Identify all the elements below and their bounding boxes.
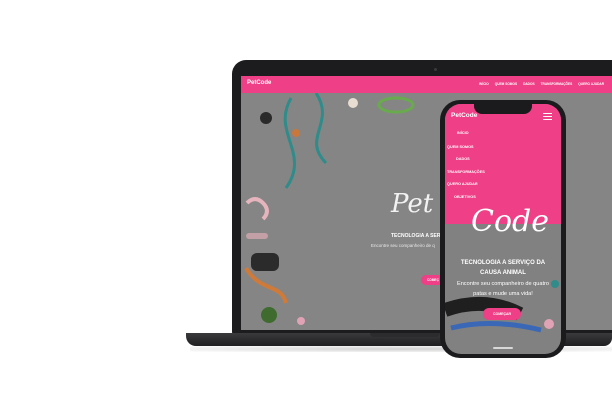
menu-item-objetivos[interactable]: OBJETIVOS	[454, 195, 476, 199]
laptop-camera	[434, 68, 437, 71]
phone-start-button[interactable]: COMEÇAR	[483, 308, 521, 320]
hamburger-menu-icon[interactable]	[543, 113, 552, 122]
laptop-hero-subtitle: Encontre seu companheiro de q	[371, 243, 435, 248]
menu-item-quero-ajudar[interactable]: QUERO AJUDAR	[447, 182, 478, 186]
phone-screen: PetCode INÍCIO QUEM SOMOS DADOS TRANSFOR…	[445, 104, 561, 354]
nav-link-transformacoes[interactable]: TRANSFORMAÇÕES	[541, 82, 573, 86]
laptop-trackpad-notch	[370, 333, 440, 337]
phone-home-indicator	[493, 347, 513, 349]
phone-notch	[474, 104, 532, 114]
nav-link-quero-ajudar[interactable]: QUERO AJUDAR	[578, 82, 604, 86]
nav-link-inicio[interactable]: INÍCIO	[479, 82, 489, 86]
menu-item-transformacoes[interactable]: TRANSFORMAÇÕES	[447, 170, 485, 174]
phone-hero-subtitle: Encontre seu companheiro de quatro patas…	[456, 281, 550, 297]
laptop-nav-links: INÍCIO QUEM SOMOS DADOS TRANSFORMAÇÕES Q…	[479, 82, 604, 86]
nav-link-quem-somos[interactable]: QUEM SOMOS	[495, 82, 517, 86]
phone-hero-tagline: TECNOLOGIA A SERVIÇO DA CAUSA ANIMAL	[460, 260, 546, 276]
laptop-navbar: PetCode INÍCIO QUEM SOMOS DADOS TRANSFOR…	[241, 76, 612, 93]
nav-link-dados[interactable]: DADOS	[523, 82, 535, 86]
phone-brand-logo[interactable]: PetCode	[451, 112, 477, 119]
menu-item-dados[interactable]: DADOS	[456, 157, 470, 161]
menu-item-inicio[interactable]: INÍCIO	[457, 131, 469, 135]
laptop-brand-logo[interactable]: PetCode	[247, 80, 271, 86]
phone-hero-title: Code	[471, 204, 549, 239]
menu-item-quem-somos[interactable]: QUEM SOMOS	[447, 145, 474, 149]
